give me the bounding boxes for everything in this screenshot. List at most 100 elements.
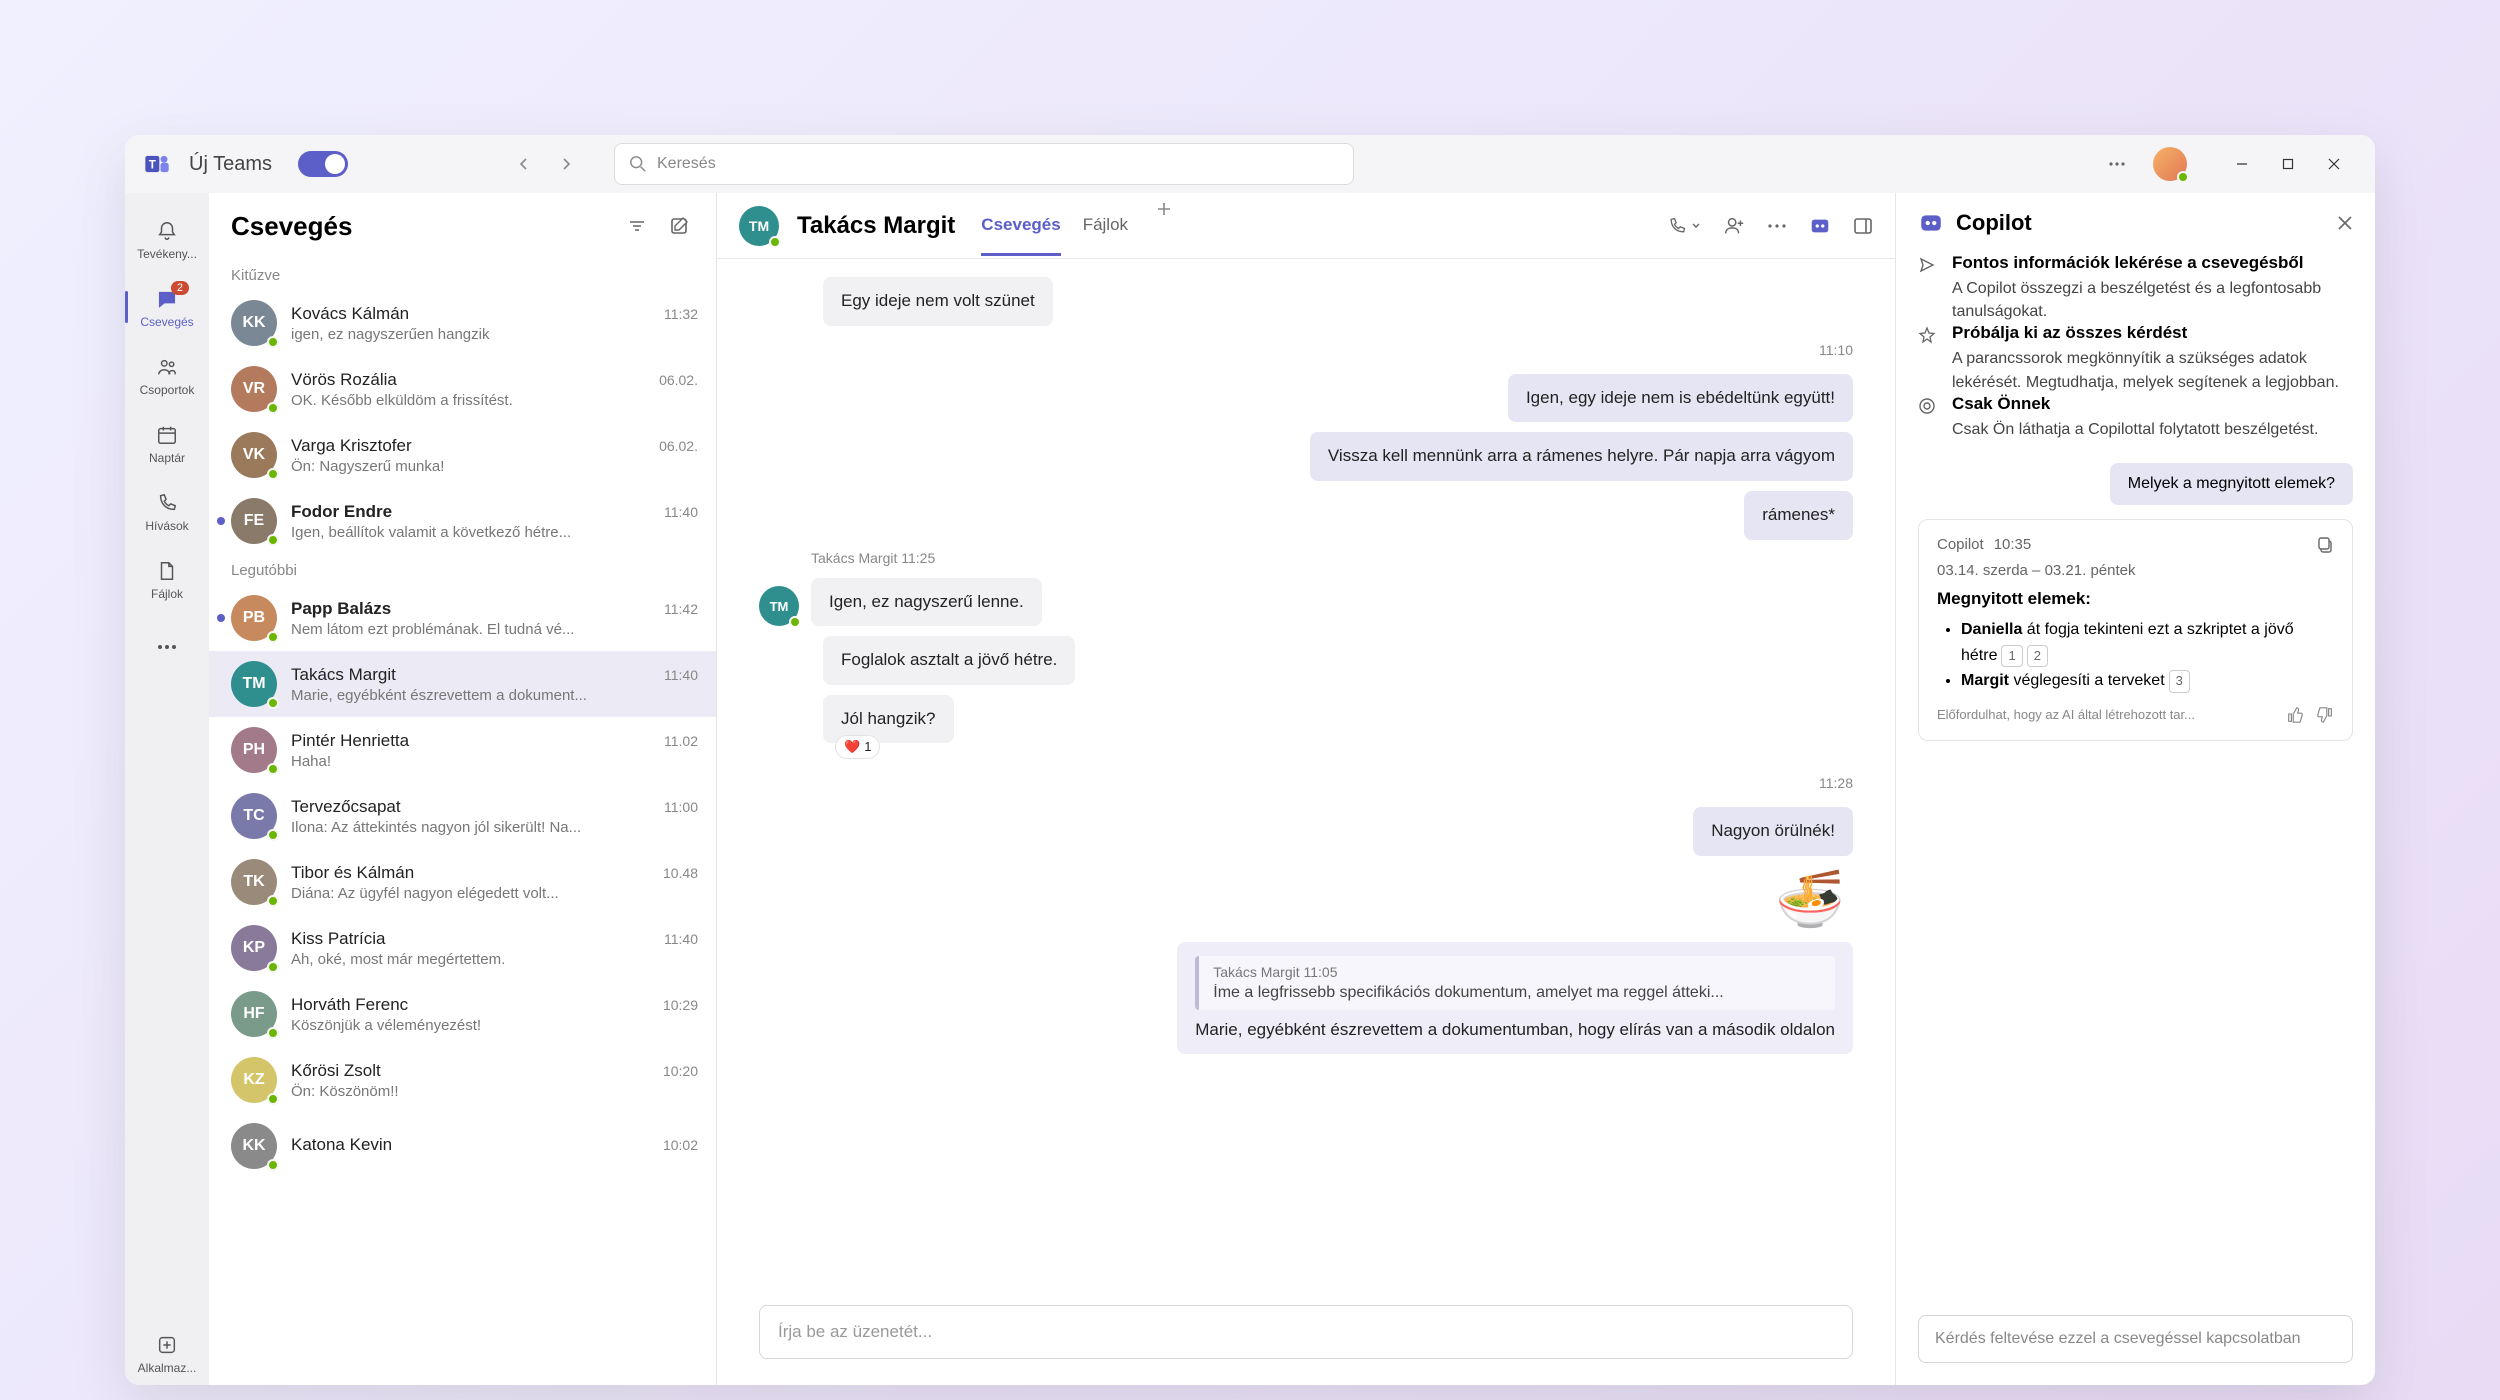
copilot-user-prompt[interactable]: Melyek a megnyitott elemek? — [2110, 463, 2353, 505]
chat-list-item[interactable]: FE Fodor Endre11:40 Igen, beállítok vala… — [209, 488, 716, 554]
quoted-reply[interactable]: Takács Margit 11:05 Íme a legfrissebb sp… — [1177, 942, 1853, 1054]
conversation-more-button[interactable] — [1767, 223, 1787, 229]
chat-time: 11:40 — [664, 931, 698, 947]
copilot-suggestion[interactable]: Fontos információk lekérése a csevegésbő… — [1918, 253, 2353, 323]
window-minimize-button[interactable] — [2219, 144, 2265, 184]
copilot-list-item: Margit véglegesíti a terveket3 — [1961, 668, 2334, 694]
window-maximize-button[interactable] — [2265, 144, 2311, 184]
copilot-toggle-button[interactable] — [1809, 215, 1831, 237]
message-bubble[interactable]: Jól hangzik? ❤️ 1 — [823, 695, 954, 744]
message-bubble[interactable]: Foglalok asztalt a jövő hétre. — [823, 636, 1075, 685]
search-icon — [629, 155, 647, 173]
copy-icon[interactable] — [2316, 536, 2334, 554]
thumbs-up-icon[interactable] — [2286, 706, 2304, 724]
chat-list-item[interactable]: TM Takács Margit11:40 Marie, egyébként é… — [209, 651, 716, 717]
search-input[interactable]: Keresés — [614, 143, 1354, 185]
message-bubble[interactable]: rámenes* — [1744, 491, 1853, 540]
chat-name: Katona Kevin — [291, 1135, 663, 1155]
rail-chat[interactable]: 2 Csevegés — [125, 275, 209, 339]
copilot-response: Copilot 10:35 03.14. szerda – 03.21. pén… — [1918, 519, 2353, 741]
copilot-suggestion[interactable]: Próbálja ki az összes kérdéstA parancsso… — [1918, 323, 2353, 393]
rail-label: Naptár — [149, 451, 185, 465]
presence-available-icon — [267, 402, 279, 414]
rail-apps[interactable]: Alkalmaz... — [125, 1321, 209, 1385]
user-avatar[interactable] — [2153, 147, 2187, 181]
copilot-suggestion[interactable]: Csak ÖnnekCsak Ön láthatja a Copilottal … — [1918, 394, 2353, 441]
chat-name: Kovács Kálmán — [291, 304, 664, 324]
message-list: Egy ideje nem volt szünet 11:10 Igen, eg… — [717, 259, 1895, 1293]
message-bubble[interactable]: Vissza kell mennünk arra a rámenes helyr… — [1310, 432, 1853, 481]
presence-available-icon — [769, 236, 781, 248]
add-tab-button[interactable] — [1150, 195, 1178, 223]
new-teams-toggle[interactable] — [298, 151, 348, 177]
chat-list-item[interactable]: VK Varga Krisztofer06.02. Ön: Nagyszerű … — [209, 422, 716, 488]
chat-list-item[interactable]: PH Pintér Henrietta11.02 Haha! — [209, 717, 716, 783]
filter-button[interactable] — [622, 211, 652, 241]
tab-files[interactable]: Fájlok — [1083, 195, 1128, 256]
chat-preview: Ilona: Az áttekintés nagyon jól sikerült… — [291, 819, 698, 836]
conversation-avatar[interactable]: TM — [739, 206, 779, 246]
copilot-input[interactable]: Kérdés feltevése ezzel a csevegéssel kap… — [1918, 1315, 2353, 1363]
reference-badge[interactable]: 2 — [2027, 645, 2048, 668]
thumbs-down-icon[interactable] — [2316, 706, 2334, 724]
chat-list-item[interactable]: KK Kovács Kálmán11:32 igen, ez nagyszerű… — [209, 290, 716, 356]
window-close-button[interactable] — [2311, 144, 2357, 184]
open-pane-button[interactable] — [1853, 216, 1873, 236]
chat-list-item[interactable]: KK Katona Kevin10:02 — [209, 1113, 716, 1179]
chat-avatar: KZ — [231, 1057, 277, 1103]
copilot-close-button[interactable] — [2337, 215, 2353, 231]
rail-files[interactable]: Fájlok — [125, 547, 209, 611]
chat-list-item[interactable]: VR Vörös Rozália06.02. OK. Később elküld… — [209, 356, 716, 422]
chat-list-item[interactable]: TC Tervezőcsapat11:00 Ilona: Az áttekint… — [209, 783, 716, 849]
chat-list-item[interactable]: KZ Kőrösi Zsolt10:20 Ön: Köszönöm!! — [209, 1047, 716, 1113]
message-composer[interactable]: Írja be az üzenetét... — [759, 1305, 1853, 1359]
rail-teams[interactable]: Csoportok — [125, 343, 209, 407]
call-button[interactable] — [1667, 216, 1701, 236]
suggestion-title: Próbálja ki az összes kérdést — [1952, 323, 2353, 343]
chat-list-item[interactable]: KP Kiss Patrícia11:40 Ah, oké, most már … — [209, 915, 716, 981]
chat-avatar: VK — [231, 432, 277, 478]
app-window: T Új Teams Keresés Tevékeny... — [125, 135, 2375, 1385]
chat-list-title: Csevegés — [231, 211, 610, 242]
presence-available-icon — [267, 763, 279, 775]
chat-list-item[interactable]: PB Papp Balázs11:42 Nem látom ezt problé… — [209, 585, 716, 651]
rail-calls[interactable]: Hívások — [125, 479, 209, 543]
rail-calendar[interactable]: Naptár — [125, 411, 209, 475]
sender-avatar[interactable]: TM — [759, 586, 799, 626]
message-bubble[interactable]: Igen, ez nagyszerű lenne. — [811, 578, 1042, 627]
tab-chat[interactable]: Csevegés — [981, 195, 1060, 256]
teams-logo-icon: T — [143, 150, 171, 178]
more-button[interactable] — [2103, 150, 2131, 178]
rail-more[interactable] — [125, 615, 209, 679]
chat-preview: Haha! — [291, 753, 698, 770]
reaction-badge[interactable]: ❤️ 1 — [835, 735, 880, 760]
new-chat-button[interactable] — [664, 211, 694, 241]
copilot-input-placeholder: Kérdés feltevése ezzel a csevegéssel kap… — [1935, 1330, 2301, 1347]
bell-icon — [154, 218, 180, 244]
chat-list-item[interactable]: TK Tibor és Kálmán10.48 Diána: Az ügyfél… — [209, 849, 716, 915]
timestamp: 11:28 — [759, 775, 1853, 791]
nav-forward-button[interactable] — [548, 146, 584, 182]
message-bubble[interactable]: Nagyon örülnék! — [1693, 807, 1853, 856]
calendar-icon — [154, 422, 180, 448]
rail-activity[interactable]: Tevékeny... — [125, 207, 209, 271]
chat-name: Varga Krisztofer — [291, 436, 659, 456]
chat-preview: OK. Később elküldöm a frissítést. — [291, 392, 698, 409]
chat-avatar: TC — [231, 793, 277, 839]
chat-time: 11.02 — [664, 733, 698, 749]
reference-badge[interactable]: 3 — [2169, 670, 2190, 693]
chat-list-item[interactable]: HF Horváth Ferenc10:29 Köszönjük a vélem… — [209, 981, 716, 1047]
conversation-pane: TM Takács Margit Csevegés Fájlok Egy ide… — [717, 193, 1895, 1385]
message-bubble[interactable]: Igen, egy ideje nem is ebédeltünk együtt… — [1508, 374, 1853, 423]
reference-badge[interactable]: 1 — [2001, 645, 2022, 668]
apps-icon — [154, 1332, 180, 1358]
nav-back-button[interactable] — [506, 146, 542, 182]
suggestion-icon — [1918, 397, 1940, 441]
add-people-button[interactable] — [1723, 215, 1745, 237]
suggestion-icon — [1918, 326, 1940, 393]
rail-label: Fájlok — [151, 587, 183, 601]
chat-name: Papp Balázs — [291, 599, 664, 619]
chat-time: 06.02. — [659, 438, 698, 454]
message-bubble[interactable]: Egy ideje nem volt szünet — [823, 277, 1053, 326]
presence-available-icon — [267, 697, 279, 709]
